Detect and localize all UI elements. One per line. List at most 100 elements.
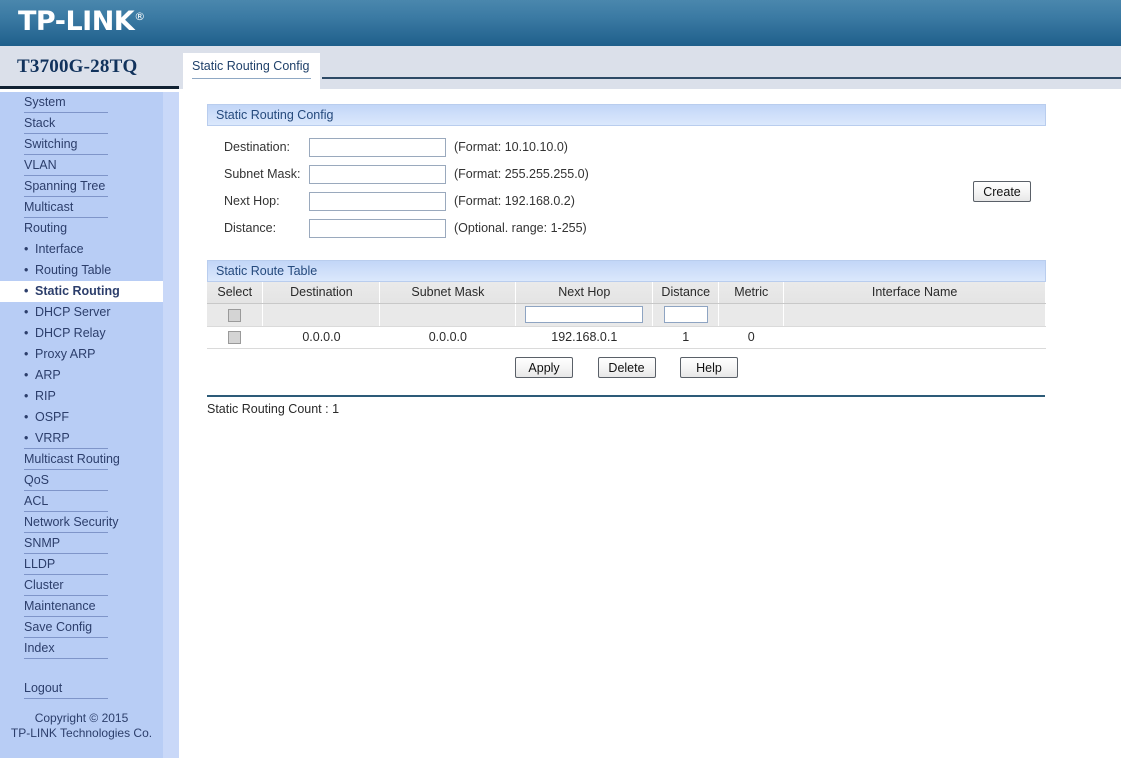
sidebar-item-interface[interactable]: • Interface (0, 239, 163, 260)
brand-name: TP-LINK (18, 6, 135, 37)
sidebar-item-label: RIP (35, 389, 56, 403)
bullet-icon: • (24, 410, 29, 424)
form-row: Next Hop: (Format: 192.168.0.2) (224, 192, 744, 214)
input-next-hop[interactable] (309, 192, 446, 211)
sidebar-item-multicast[interactable]: Multicast (0, 197, 163, 218)
form-label: Next Hop: (224, 194, 280, 208)
sidebar-item-lldp[interactable]: LLDP (0, 554, 163, 575)
sidebar-item-label: VLAN (24, 158, 57, 172)
sidebar-item-dhcp-relay[interactable]: • DHCP Relay (0, 323, 163, 344)
cell-destination: 0.0.0.0 (262, 326, 381, 349)
sidebar-item-acl[interactable]: ACL (0, 491, 163, 512)
format-hint: (Optional. range: 1-255) (454, 221, 587, 235)
sidebar-item-multicast-routing[interactable]: Multicast Routing (0, 449, 163, 470)
route-table-header: Static Route Table (207, 260, 1046, 282)
sidebar-scrollbar[interactable] (163, 92, 341, 758)
sidebar-item-cluster[interactable]: Cluster (0, 575, 163, 596)
sidebar-item-label: Proxy ARP (35, 347, 96, 361)
input-subnet-mask[interactable] (309, 165, 446, 184)
sidebar-item-spanning-tree[interactable]: Spanning Tree (0, 176, 163, 197)
cell-select (207, 303, 264, 327)
form-label: Subnet Mask: (224, 167, 301, 181)
bullet-icon: • (24, 347, 29, 361)
sidebar-rule (24, 698, 108, 699)
column-header: Metric (718, 282, 785, 304)
page-root: TP-LINK® T3700G-28TQ Static Routing Conf… (0, 0, 1121, 758)
tplink-logo: TP-LINK® (18, 6, 145, 37)
sidebar-item-index[interactable]: Index (0, 638, 163, 659)
table-header-row: Select Destination Subnet Mask Next Hop Dist… (207, 282, 1046, 304)
sidebar-item-routing-table[interactable]: • Routing Table (0, 260, 163, 281)
input-row-next-hop[interactable] (525, 306, 644, 323)
sidebar-item-network-security[interactable]: Network Security (0, 512, 163, 533)
sidebar-item-switching[interactable]: Switching (0, 134, 163, 155)
sidebar-item-maintenance[interactable]: Maintenance (0, 596, 163, 617)
sidebar-item-arp[interactable]: • ARP (0, 365, 163, 386)
bullet-icon: • (24, 431, 29, 445)
bullet-icon: • (24, 284, 29, 298)
sidebar-item-snmp[interactable]: SNMP (0, 533, 163, 554)
sidebar-item-label: Multicast Routing (24, 452, 120, 466)
column-header: Subnet Mask (379, 282, 517, 304)
sidebar-item-proxy-arp[interactable]: • Proxy ARP (0, 344, 163, 365)
sidebar-item-rip[interactable]: • RIP (0, 386, 163, 407)
cell-next-hop (515, 303, 654, 327)
sidebar-item-routing[interactable]: Routing (0, 218, 163, 239)
copyright-line-1: Copyright © 2015 (34, 711, 129, 725)
route-table-title: Static Route Table (216, 264, 318, 278)
row-checkbox[interactable] (228, 331, 242, 345)
sidebar-item-static-routing[interactable]: • Static Routing (0, 281, 163, 302)
create-button[interactable]: Create (973, 181, 1031, 202)
input-row-distance[interactable] (663, 306, 708, 323)
static-routing-count: Static Routing Count : 1 (207, 402, 340, 416)
sidebar-item-label: Static Routing (35, 284, 120, 298)
column-header: Next Hop (515, 282, 654, 304)
sidebar-item-logout[interactable]: Logout (0, 678, 163, 699)
config-panel-title: Static Routing Config (216, 108, 334, 122)
sidebar-item-label: OSPF (35, 410, 70, 424)
sidebar-item-label: Spanning Tree (24, 179, 106, 193)
delete-button[interactable]: Delete (597, 357, 656, 378)
sidebar-item-label: VRRP (35, 431, 70, 445)
sidebar-item-dhcp-server[interactable]: • DHCP Server (0, 302, 163, 323)
cell-distance (652, 303, 720, 327)
column-header: Interface Name (783, 282, 1046, 304)
model-name: T3700G-28TQ (17, 56, 138, 77)
cell-metric (718, 303, 785, 327)
help-button[interactable]: Help (679, 357, 738, 378)
sidebar-item-ospf[interactable]: • OSPF (0, 407, 163, 428)
input-distance[interactable] (309, 219, 446, 238)
table-edit-row (207, 303, 1046, 327)
form-label: Destination: (224, 140, 291, 154)
input-destination[interactable] (309, 138, 446, 157)
sidebar-item-label: Save Config (24, 620, 93, 634)
table-body: 0.0.0.0 0.0.0.0 192.168.0.1 1 0 (207, 303, 1046, 349)
format-hint: (Format: 10.10.10.0) (454, 140, 568, 154)
sidebar-item-label: ARP (35, 368, 61, 382)
cell-destination (262, 303, 381, 327)
form-row: Destination: (Format: 10.10.10.0) (224, 138, 744, 160)
sidebar-item-system[interactable]: System (0, 92, 163, 113)
static-route-table: Select Destination Subnet Mask Next Hop Dist… (207, 282, 1046, 349)
sidebar-item-label: Routing Table (35, 263, 112, 277)
sidebar-item-qos[interactable]: QoS (0, 470, 163, 491)
row-checkbox[interactable] (228, 308, 242, 322)
bullet-icon: • (24, 305, 29, 319)
column-header: Distance (652, 282, 720, 304)
tab-underline (192, 78, 311, 79)
sidebar-item-stack[interactable]: Stack (0, 113, 163, 134)
cell-metric: 0 (718, 326, 785, 349)
sidebar-item-vrrp[interactable]: • VRRP (0, 428, 163, 449)
apply-button[interactable]: Apply (515, 357, 574, 378)
copyright-line-2: TP-LINK Technologies Co. (10, 726, 153, 740)
sidebar-item-vlan[interactable]: VLAN (0, 155, 163, 176)
sidebar-item-save-config[interactable]: Save Config (0, 617, 163, 638)
form-row: Distance: (Optional. range: 1-255) (224, 219, 744, 241)
tab-static-routing-config[interactable]: Static Routing Config (183, 53, 320, 90)
sidebar-item-label: SNMP (24, 536, 61, 550)
form-label: Distance: (224, 221, 277, 235)
header-rule (322, 77, 1121, 79)
bullet-icon: • (24, 326, 29, 340)
section-divider (207, 395, 1045, 397)
